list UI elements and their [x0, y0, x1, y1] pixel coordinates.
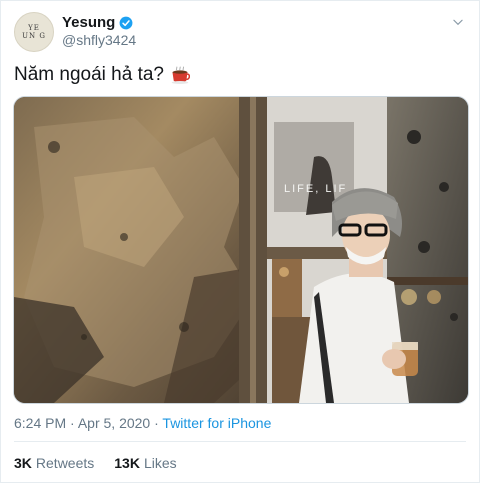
divider [14, 441, 466, 442]
verified-badge-icon [119, 16, 133, 29]
author-handle[interactable]: @shfly3424 [62, 32, 136, 48]
tweet-meta: 6:24 PM · Apr 5, 2020 · Twitter for iPho… [14, 415, 271, 431]
tweet-stats: 3K Retweets 13K Likes [14, 455, 197, 471]
tweet-time[interactable]: 6:24 PM [14, 415, 66, 431]
tweet-photo[interactable]: LIFE, LIF [13, 96, 469, 404]
tweet-text: Năm ngoái hả ta? [14, 64, 164, 85]
tweet-date[interactable]: Apr 5, 2020 [78, 415, 150, 431]
meta-separator: · [70, 415, 75, 431]
tweet-card: YE UN G Yesung @shfly3424 Năm ngoái hả t… [0, 0, 480, 483]
retweets-label: Retweets [35, 455, 95, 471]
avatar[interactable]: YE UN G [14, 12, 54, 52]
coffee-cup-icon [171, 66, 190, 84]
display-name[interactable]: Yesung [62, 14, 115, 31]
chevron-down-icon[interactable] [451, 15, 465, 29]
author-name-row[interactable]: Yesung [62, 14, 133, 31]
retweets-stat[interactable]: 3K Retweets [14, 455, 94, 471]
meta-separator-2: · [154, 415, 159, 431]
retweets-count: 3K [14, 455, 32, 471]
tweet-text-row: Năm ngoái hả ta? [14, 64, 190, 86]
photo-image: LIFE, LIF [14, 97, 468, 403]
tweet-source-link[interactable]: Twitter for iPhone [162, 415, 271, 431]
photo-caption: LIFE, LIF [284, 183, 347, 195]
avatar-monogram: YE UN G [22, 24, 46, 40]
likes-label: Likes [143, 455, 177, 471]
likes-count: 13K [114, 455, 140, 471]
likes-stat[interactable]: 13K Likes [114, 455, 176, 471]
